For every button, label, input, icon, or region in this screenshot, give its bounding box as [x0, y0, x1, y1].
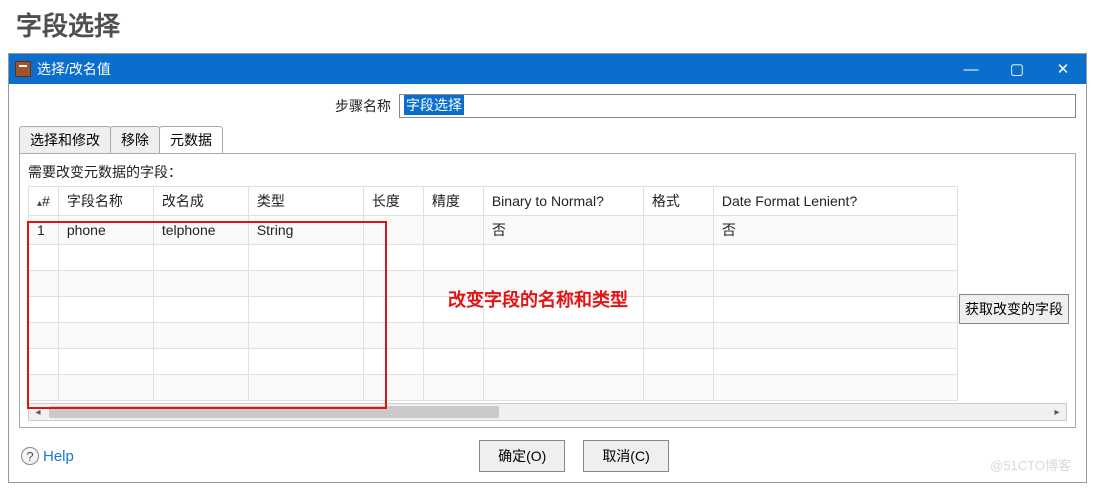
- col-precision[interactable]: 精度: [423, 187, 483, 216]
- cell-lenient[interactable]: 否: [713, 216, 957, 245]
- tab-metadata[interactable]: 元数据: [159, 126, 223, 153]
- col-length[interactable]: 长度: [363, 187, 423, 216]
- cell-field[interactable]: phone: [58, 216, 153, 245]
- metadata-table[interactable]: ▴# 字段名称 改名成 类型 长度 精度 Binary to Normal? 格…: [28, 186, 958, 401]
- scroll-right-icon[interactable]: ▸: [1048, 404, 1066, 420]
- table-row[interactable]: [29, 245, 958, 271]
- close-button[interactable]: ✕: [1040, 54, 1086, 84]
- app-icon: [15, 61, 31, 77]
- tabstrip: 选择和修改 移除 元数据: [19, 126, 1076, 153]
- cell-num[interactable]: 1: [29, 216, 59, 245]
- minimize-button[interactable]: —: [948, 54, 994, 84]
- table-header-row: ▴# 字段名称 改名成 类型 长度 精度 Binary to Normal? 格…: [29, 187, 958, 216]
- cell-b2n[interactable]: 否: [483, 216, 643, 245]
- tab-remove[interactable]: 移除: [110, 126, 160, 153]
- cell-type[interactable]: String: [248, 216, 363, 245]
- help-label: Help: [43, 448, 74, 465]
- help-link[interactable]: ? Help: [21, 447, 74, 465]
- titlebar: 选择/改名值 — ▢ ✕: [9, 54, 1086, 84]
- step-name-row: 步骤名称 字段选择: [9, 84, 1086, 124]
- col-date-lenient[interactable]: Date Format Lenient?: [713, 187, 957, 216]
- metadata-pane: 需要改变元数据的字段： 改变字段的名称和类型 ▴# 字段名称 改名成 类型 长度…: [19, 153, 1076, 428]
- cell-format[interactable]: [643, 216, 713, 245]
- step-name-label: 步骤名称: [19, 96, 399, 116]
- col-field-name[interactable]: 字段名称: [58, 187, 153, 216]
- table-row[interactable]: [29, 297, 958, 323]
- col-type[interactable]: 类型: [248, 187, 363, 216]
- page-heading: 字段选择: [0, 0, 1095, 53]
- table-row[interactable]: [29, 349, 958, 375]
- table-container: 改变字段的名称和类型 ▴# 字段名称 改名成 类型 长度 精度 Binary t…: [28, 186, 1067, 401]
- horizontal-scrollbar[interactable]: ◂ ▸: [28, 403, 1067, 421]
- ok-button[interactable]: 确定(O): [479, 440, 565, 472]
- table-row[interactable]: 1 phone telphone String 否 否: [29, 216, 958, 245]
- col-num: #: [42, 193, 50, 209]
- help-icon: ?: [21, 447, 39, 465]
- scroll-left-icon[interactable]: ◂: [29, 404, 47, 420]
- dialog-footer: ? Help 确定(O) 取消(C) @51CTO博客: [9, 430, 1086, 482]
- window-title: 选择/改名值: [37, 59, 948, 79]
- col-format[interactable]: 格式: [643, 187, 713, 216]
- get-changed-fields-button[interactable]: 获取改变的字段: [959, 294, 1069, 324]
- cancel-button[interactable]: 取消(C): [583, 440, 668, 472]
- col-rename[interactable]: 改名成: [153, 187, 248, 216]
- maximize-button[interactable]: ▢: [994, 54, 1040, 84]
- pane-description: 需要改变元数据的字段：: [20, 154, 1075, 186]
- col-binary-normal[interactable]: Binary to Normal?: [483, 187, 643, 216]
- scroll-thumb[interactable]: [49, 406, 499, 418]
- window-controls: — ▢ ✕: [948, 54, 1086, 84]
- table-row[interactable]: [29, 375, 958, 401]
- scroll-track[interactable]: [47, 404, 1048, 420]
- dialog-window: 选择/改名值 — ▢ ✕ 步骤名称 字段选择 选择和修改 移除 元数据 需要改变…: [8, 53, 1087, 483]
- table-row[interactable]: [29, 271, 958, 297]
- cell-length[interactable]: [363, 216, 423, 245]
- cell-rename[interactable]: telphone: [153, 216, 248, 245]
- cell-precision[interactable]: [423, 216, 483, 245]
- table-row[interactable]: [29, 323, 958, 349]
- tab-select-modify[interactable]: 选择和修改: [19, 126, 111, 153]
- step-name-value: 字段选择: [404, 95, 464, 115]
- step-name-input[interactable]: 字段选择: [399, 94, 1076, 118]
